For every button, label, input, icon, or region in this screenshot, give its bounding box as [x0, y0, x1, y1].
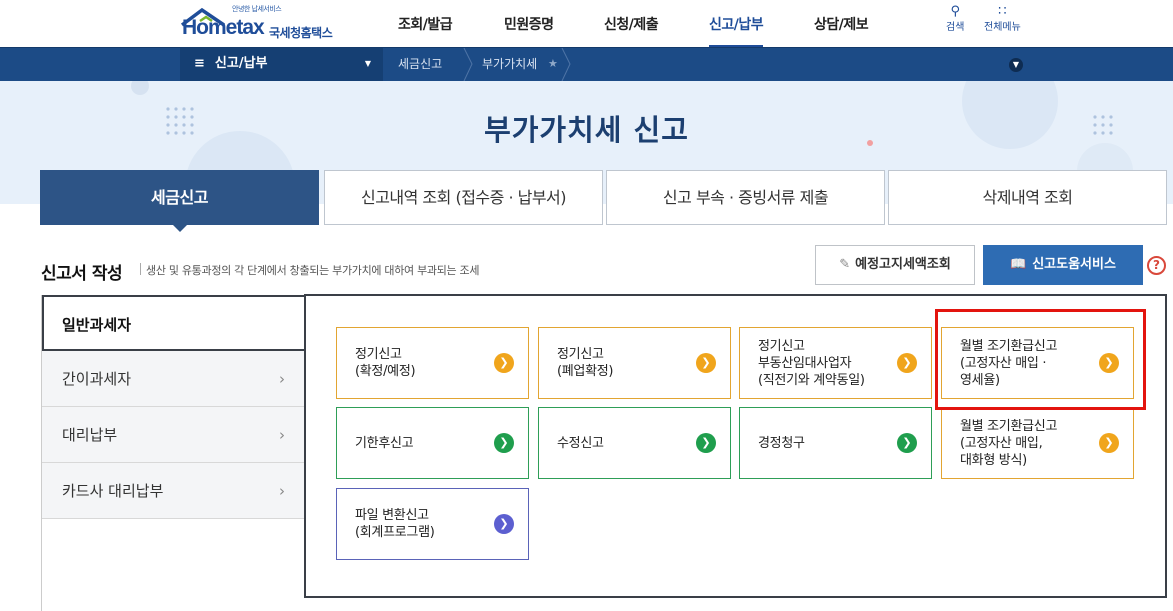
breadcrumb-vat[interactable]: 부가가치세 — [482, 48, 537, 81]
side-item-general[interactable]: 일반과세자 — [42, 295, 306, 351]
chevron-right-icon: ❯ — [494, 433, 514, 453]
sub-navigation: ≡ 신고/납부 ▼ 세금신고 부가가치세 ★ ▼ — [0, 47, 1173, 81]
card-regular-realestate[interactable]: 정기신고 부동산임대사업자 (직전기와 계약동일) ❯ — [739, 327, 932, 399]
all-menu-label: 전체메뉴 — [984, 22, 1021, 33]
tab-filing-history[interactable]: 신고내역 조회 (접수증 · 납부서) — [324, 170, 603, 225]
breadcrumb-separator-icon — [463, 48, 473, 81]
card-label: 수정신고 — [557, 435, 604, 451]
chevron-right-icon: ❯ — [494, 353, 514, 373]
side-item-label: 일반과세자 — [62, 316, 132, 334]
logo-text: Hometax — [182, 16, 265, 39]
favorite-star-icon[interactable]: ★ — [548, 48, 558, 81]
card-label: 월별 조기환급신고 (고정자산 매입, 대화형 방식) — [960, 418, 1058, 468]
checkbox-edit-icon: ✎ — [839, 257, 851, 272]
chevron-right-icon: ❯ — [1099, 433, 1119, 453]
page-title: 부가가치세 신고 — [484, 113, 689, 147]
tab-tax-filing[interactable]: 세금신고 — [40, 170, 319, 232]
top-header: 안녕한 납세서비스 Hometax 국세청홈택스 조회/발급 민원증명 신청/제… — [0, 0, 1173, 47]
card-label: 정기신고 (확정/예정) — [355, 347, 416, 379]
breadcrumb-tax-filing[interactable]: 세금신고 — [398, 48, 442, 81]
chevron-right-icon: › — [279, 370, 285, 388]
chevron-down-icon[interactable]: ▼ — [1009, 58, 1023, 72]
nav-certificate[interactable]: 민원증명 — [504, 0, 554, 47]
card-label: 파일 변환신고 (회계프로그램) — [355, 508, 435, 540]
dropdown-triangle-icon: ▼ — [364, 59, 371, 68]
logo-tagline: 안녕한 납세서비스 — [232, 5, 282, 13]
section-description: 생산 및 유통과정의 각 단계에서 창출되는 부가가치에 대하여 부과되는 조세 — [146, 264, 480, 277]
nav-inquiry[interactable]: 조회/발급 — [398, 0, 453, 47]
chevron-right-icon: ❯ — [696, 433, 716, 453]
book-icon: 📖 — [1010, 257, 1027, 272]
card-label: 기한후신고 — [355, 435, 414, 451]
category-label: 신고/납부 — [214, 56, 268, 71]
divider — [140, 263, 141, 275]
side-item-simplified[interactable]: 간이과세자 › — [42, 351, 305, 407]
chevron-right-icon: ❯ — [494, 514, 514, 534]
filing-help-label: 신고도움서비스 — [1032, 257, 1116, 272]
hometax-logo[interactable]: 안녕한 납세서비스 Hometax 국세청홈택스 — [180, 4, 350, 44]
side-item-label: 간이과세자 — [62, 370, 132, 388]
logo-korean: 국세청홈택스 — [269, 26, 333, 40]
estimated-tax-label: 예정고지세액조회 — [855, 257, 951, 272]
nav-file-pay[interactable]: 신고/납부 — [709, 0, 764, 47]
card-monthly-refund-interactive[interactable]: 월별 조기환급신고 (고정자산 매입, 대화형 방식) ❯ — [941, 407, 1134, 479]
side-item-label: 카드사 대리납부 — [62, 482, 164, 500]
card-correction-claim[interactable]: 경정청구 ❯ — [739, 407, 932, 479]
estimated-tax-button[interactable]: ✎ 예정고지세액조회 — [815, 245, 975, 285]
search-icon: ⚲ — [950, 4, 960, 19]
highlight-box — [935, 309, 1146, 410]
chevron-right-icon: ❯ — [696, 353, 716, 373]
card-label: 경정청구 — [758, 435, 805, 451]
category-dropdown[interactable]: ≡ 신고/납부 ▼ — [180, 48, 383, 81]
chevron-right-icon: › — [279, 482, 285, 500]
chevron-right-icon: ❯ — [897, 353, 917, 373]
tab-deleted-history[interactable]: 삭제내역 조회 — [888, 170, 1167, 225]
chevron-right-icon: ❯ — [897, 433, 917, 453]
card-regular-closure[interactable]: 정기신고 (폐업확정) ❯ — [538, 327, 731, 399]
filing-help-button[interactable]: 📖 신고도움서비스 — [983, 245, 1143, 285]
help-question-icon[interactable]: ? — [1147, 256, 1166, 275]
side-item-card-proxy[interactable]: 카드사 대리납부 › — [42, 463, 305, 519]
card-amended-filing[interactable]: 수정신고 ❯ — [538, 407, 731, 479]
chevron-right-icon: › — [279, 426, 285, 444]
card-regular-confirm[interactable]: 정기신고 (확정/예정) ❯ — [336, 327, 529, 399]
card-label: 정기신고 부동산임대사업자 (직전기와 계약동일) — [758, 338, 865, 388]
tab-attachments[interactable]: 신고 부속 · 증빙서류 제출 — [606, 170, 885, 225]
side-item-label: 대리납부 — [62, 426, 118, 444]
card-file-conversion[interactable]: 파일 변환신고 (회계프로그램) ❯ — [336, 488, 529, 560]
search-button[interactable]: ⚲ 검색 — [946, 4, 965, 34]
all-menu-button[interactable]: ∷ 전체메뉴 — [984, 4, 1021, 34]
taxpayer-type-menu: 일반과세자 간이과세자 › 대리납부 › 카드사 대리납부 › — [41, 295, 306, 611]
card-late-filing[interactable]: 기한후신고 ❯ — [336, 407, 529, 479]
side-item-proxy[interactable]: 대리납부 › — [42, 407, 305, 463]
nav-apply[interactable]: 신청/제출 — [604, 0, 659, 47]
card-label: 정기신고 (폐업확정) — [557, 347, 614, 379]
nav-consult[interactable]: 상담/제보 — [814, 0, 869, 47]
section-title: 신고서 작성 — [41, 264, 123, 284]
search-label: 검색 — [946, 22, 965, 33]
grid-icon: ∷ — [998, 4, 1007, 19]
breadcrumb-separator-icon — [561, 48, 571, 81]
hamburger-icon: ≡ — [194, 56, 205, 71]
